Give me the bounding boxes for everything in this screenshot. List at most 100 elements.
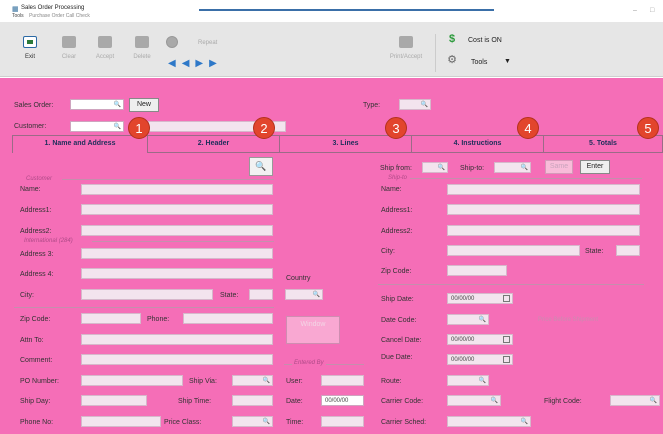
search-icon[interactable]: 🔍 bbox=[521, 164, 528, 171]
shipto-name-input[interactable] bbox=[447, 184, 640, 195]
comment-input[interactable] bbox=[81, 354, 273, 365]
carrier-sched-label: Carrier Sched: bbox=[381, 419, 427, 426]
date-code-input[interactable]: 🔍 bbox=[447, 314, 489, 325]
search-icon[interactable]: 🔍 bbox=[313, 291, 320, 298]
prev-record-icon[interactable]: ◀ bbox=[182, 58, 196, 69]
ship-day-select[interactable] bbox=[81, 395, 147, 406]
new-button[interactable]: New bbox=[129, 98, 159, 112]
tab-name-and-address[interactable]: 1. Name and Address bbox=[12, 135, 148, 153]
customer-lookup-button[interactable]: 🔍 bbox=[249, 157, 273, 176]
shipto-address1-input[interactable] bbox=[447, 204, 640, 215]
sales-order-label: Sales Order: bbox=[14, 102, 54, 109]
customer-address1-label: Address1: bbox=[20, 207, 52, 214]
carrier-code-input[interactable]: 🔍 bbox=[447, 395, 501, 406]
carrier-code-label: Carrier Code: bbox=[381, 398, 424, 405]
cost-toggle-button[interactable]: $ bbox=[445, 33, 459, 45]
maximize-icon[interactable]: □ bbox=[650, 7, 654, 14]
phone-input[interactable] bbox=[183, 313, 273, 324]
same-button[interactable]: Same bbox=[545, 160, 573, 174]
delete-button[interactable]: Delete bbox=[129, 36, 155, 60]
last-record-icon[interactable]: ▶ bbox=[209, 58, 223, 69]
minimize-icon[interactable]: – bbox=[633, 7, 637, 14]
ship-via-input[interactable]: 🔍 bbox=[232, 375, 273, 386]
sales-order-input[interactable]: 🔍 bbox=[70, 99, 124, 110]
ship-to-input[interactable]: 🔍 bbox=[494, 162, 531, 173]
customer-input[interactable]: 🔍 bbox=[70, 121, 124, 132]
state-input[interactable] bbox=[249, 289, 273, 300]
menu-po-call-check[interactable]: Purchase Order Call Check bbox=[29, 13, 90, 19]
repeat-button[interactable] bbox=[165, 36, 179, 48]
entered-by-label: Entered By bbox=[292, 360, 326, 366]
enter-button[interactable]: Enter bbox=[580, 160, 610, 174]
phone-no-label: Phone No: bbox=[20, 419, 54, 426]
address3-input[interactable] bbox=[81, 248, 273, 259]
carrier-sched-input[interactable]: 🔍 bbox=[447, 416, 531, 427]
cancel-date-input[interactable]: 00/00/00 bbox=[447, 334, 513, 345]
first-record-icon[interactable]: ◀ bbox=[168, 58, 182, 69]
shipto-state-input[interactable] bbox=[616, 245, 640, 256]
customer-section-line bbox=[62, 179, 274, 180]
city-input[interactable] bbox=[81, 289, 213, 300]
window-button[interactable]: Window bbox=[286, 316, 340, 344]
address4-input[interactable] bbox=[81, 268, 273, 279]
route-input[interactable]: 🔍 bbox=[447, 375, 489, 386]
search-icon[interactable]: 🔍 bbox=[114, 101, 121, 108]
app-icon: ▦ bbox=[12, 6, 19, 13]
ship-from-label: Ship from: bbox=[380, 165, 412, 172]
po-number-input[interactable] bbox=[81, 375, 183, 386]
search-icon[interactable]: 🔍 bbox=[114, 123, 121, 130]
search-icon[interactable]: 🔍 bbox=[521, 418, 528, 425]
price-before-shipment: Price Before Shipment bbox=[538, 317, 599, 323]
search-icon[interactable]: 🔍 bbox=[479, 316, 486, 323]
calendar-icon[interactable] bbox=[503, 295, 510, 302]
shipto-zip-input[interactable] bbox=[447, 265, 507, 276]
ship-from-input[interactable]: 🔍 bbox=[422, 162, 448, 173]
next-record-icon[interactable]: ▶ bbox=[195, 58, 209, 69]
customer-address2-input[interactable] bbox=[81, 225, 273, 236]
zip-code-input[interactable] bbox=[81, 313, 141, 324]
search-icon[interactable]: 🔍 bbox=[263, 418, 270, 425]
shipto-address2-input[interactable] bbox=[447, 225, 640, 236]
due-date-input[interactable]: 00/00/00 bbox=[447, 354, 513, 365]
accept-button[interactable]: Accept bbox=[92, 36, 118, 60]
route-label: Route: bbox=[381, 378, 402, 385]
dollar-icon: $ bbox=[448, 33, 456, 45]
calendar-icon[interactable] bbox=[503, 336, 510, 343]
customer-name-input[interactable] bbox=[81, 184, 273, 195]
record-navigation[interactable]: ◀◀▶▶ bbox=[168, 58, 223, 69]
search-icon[interactable]: 🔍 bbox=[438, 164, 445, 171]
clear-button[interactable]: Clear bbox=[57, 36, 81, 60]
customer-label: Customer: bbox=[14, 123, 47, 130]
tab-badge-2: 2 bbox=[253, 117, 275, 139]
search-icon[interactable]: 🔍 bbox=[479, 377, 486, 384]
exit-icon bbox=[23, 36, 37, 48]
chevron-down-icon[interactable]: ▼ bbox=[504, 58, 511, 65]
search-icon[interactable]: 🔍 bbox=[650, 397, 657, 404]
exit-button[interactable]: Exit bbox=[18, 36, 42, 60]
customer-address1-input[interactable] bbox=[81, 204, 273, 215]
tools-button[interactable]: ⚙ bbox=[445, 54, 459, 66]
ship-time-input[interactable] bbox=[232, 395, 273, 406]
print-accept-button[interactable]: Print/Accept bbox=[386, 36, 426, 60]
tools-label[interactable]: Tools bbox=[471, 59, 487, 66]
ship-time-label: Ship Time: bbox=[178, 398, 212, 405]
search-icon[interactable]: 🔍 bbox=[421, 101, 428, 108]
attn-to-input[interactable] bbox=[81, 334, 273, 345]
type-input[interactable]: 🔍 bbox=[399, 99, 431, 110]
country-input[interactable]: 🔍 bbox=[285, 289, 323, 300]
shipto-state-label: State: bbox=[585, 248, 604, 255]
shipto-zip-label: Zip Code: bbox=[381, 268, 412, 275]
date-label: Date: bbox=[286, 398, 303, 405]
phone-no-input[interactable] bbox=[81, 416, 161, 427]
search-icon[interactable]: 🔍 bbox=[491, 397, 498, 404]
clear-icon bbox=[62, 36, 76, 48]
printer-icon bbox=[399, 36, 413, 48]
search-icon[interactable]: 🔍 bbox=[263, 377, 270, 384]
ship-date-input[interactable]: 00/00/00 bbox=[447, 293, 513, 304]
gear-icon: ⚙ bbox=[447, 54, 457, 66]
flight-code-input[interactable]: 🔍 bbox=[610, 395, 660, 406]
menu-tools[interactable]: Tools bbox=[12, 13, 24, 19]
calendar-icon[interactable] bbox=[503, 356, 510, 363]
shipto-city-input[interactable] bbox=[447, 245, 580, 256]
price-class-input[interactable]: 🔍 bbox=[232, 416, 273, 427]
